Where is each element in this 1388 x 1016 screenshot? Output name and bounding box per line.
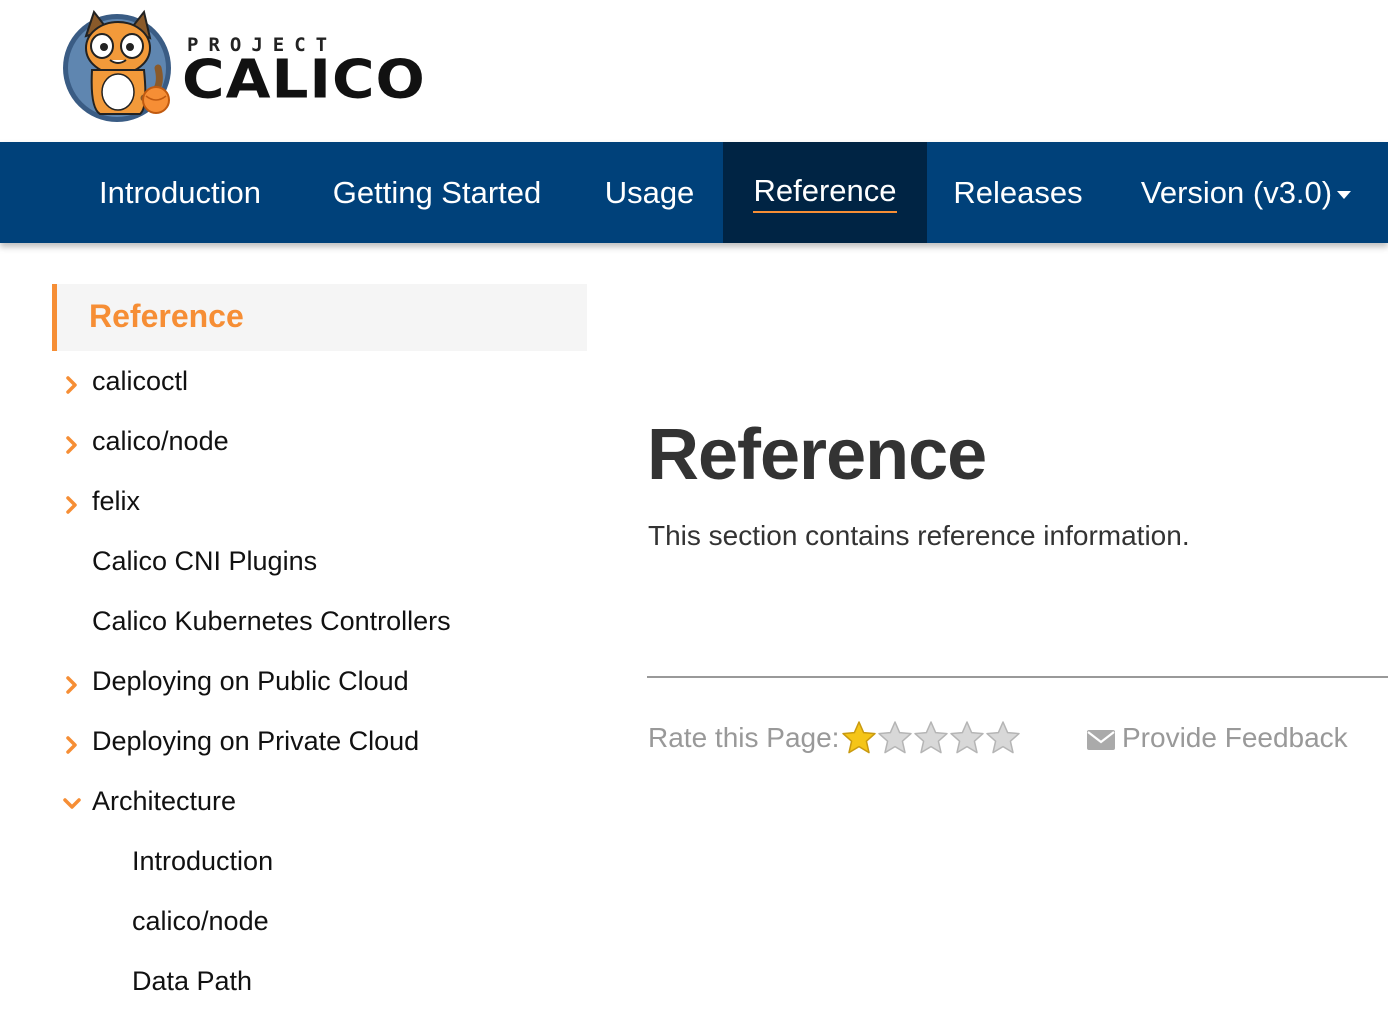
sidebar-item-calico-kubernetes-controllers[interactable]: Calico Kubernetes Controllers xyxy=(52,606,587,656)
nav-label: Usage xyxy=(604,174,695,210)
nav-getting-started[interactable]: Getting Started xyxy=(298,142,576,243)
chevron-right-icon xyxy=(66,376,77,394)
envelope-icon xyxy=(1087,730,1115,750)
sidebar-item-calico-node[interactable]: calico/node xyxy=(52,426,587,476)
chevron-right-icon xyxy=(66,736,77,754)
sidebar-item-label: Introduction xyxy=(132,846,274,876)
sidebar-item-label: Architecture xyxy=(92,786,237,816)
nav-version-dropdown[interactable]: Version (v3.0) xyxy=(1109,142,1383,243)
nav-label: Releases xyxy=(953,174,1083,210)
sidebar-item-architecture[interactable]: Architecture xyxy=(52,786,587,836)
sidebar-item-label: Deploying on Private Cloud xyxy=(92,726,420,756)
chevron-down-icon xyxy=(63,798,81,809)
sidebar-item-label: Calico Kubernetes Controllers xyxy=(92,606,451,636)
nav-releases[interactable]: Releases xyxy=(927,142,1109,243)
nav-label: Reference xyxy=(753,173,897,213)
sidebar-item-label: calico/node xyxy=(132,906,269,936)
sidebar-subitem-calico-node[interactable]: calico/node xyxy=(52,906,587,956)
calico-cat-mascot-icon xyxy=(63,9,171,122)
sidebar-item-felix[interactable]: felix xyxy=(52,486,587,536)
nav-usage[interactable]: Usage xyxy=(576,142,723,243)
star-filled-icon[interactable] xyxy=(841,720,877,756)
sidebar-item-deploying-private-cloud[interactable]: Deploying on Private Cloud xyxy=(52,726,587,776)
sidebar-subitem-data-path[interactable]: Data Path xyxy=(52,966,587,1016)
caret-down-icon xyxy=(1337,190,1352,199)
sidebar-item-deploying-public-cloud[interactable]: Deploying on Public Cloud xyxy=(52,666,587,716)
nav-introduction[interactable]: Introduction xyxy=(62,142,298,243)
main-navbar: Introduction Getting Started Usage Refer… xyxy=(0,142,1388,243)
sidebar-item-calico-cni-plugins[interactable]: Calico CNI Plugins xyxy=(52,546,587,596)
star-empty-icon[interactable] xyxy=(877,720,913,756)
sidebar-item-label: Calico CNI Plugins xyxy=(92,546,318,576)
sidebar-subitem-introduction[interactable]: Introduction xyxy=(52,846,587,896)
nav-label: Introduction xyxy=(99,174,261,210)
nav-reference[interactable]: Reference xyxy=(723,142,927,243)
content-divider xyxy=(647,676,1388,678)
site-header: PROJECT CALICO xyxy=(0,0,1388,142)
project-calico-logo[interactable]: PROJECT CALICO xyxy=(60,8,425,123)
rate-page-label: Rate this Page: xyxy=(648,722,840,753)
logo-calico-text: CALICO xyxy=(182,48,426,111)
star-rating[interactable] xyxy=(841,720,1023,758)
star-empty-icon[interactable] xyxy=(949,720,985,756)
star-empty-icon[interactable] xyxy=(913,720,949,756)
nav-label: Version (v3.0) xyxy=(1140,174,1333,210)
sidebar-item-label: calicoctl xyxy=(92,366,189,396)
chevron-right-icon xyxy=(66,436,77,454)
sidebar-header-label: Reference xyxy=(89,298,244,334)
chevron-right-icon xyxy=(66,496,77,514)
page-description: This section contains reference informat… xyxy=(648,520,1190,551)
provide-feedback-label: Provide Feedback xyxy=(1122,722,1348,753)
sidebar-header[interactable]: Reference xyxy=(52,284,587,351)
star-empty-icon[interactable] xyxy=(985,720,1021,756)
sidebar-item-label: Deploying on Public Cloud xyxy=(92,666,409,696)
page-title: Reference xyxy=(647,415,987,495)
sidebar-item-label: Data Path xyxy=(132,966,253,996)
sidebar-item-label: felix xyxy=(92,486,141,516)
nav-label: Getting Started xyxy=(332,174,542,210)
sidebar-item-label: calico/node xyxy=(92,426,229,456)
sidebar-item-calicoctl[interactable]: calicoctl xyxy=(52,366,587,416)
chevron-right-icon xyxy=(66,676,77,694)
